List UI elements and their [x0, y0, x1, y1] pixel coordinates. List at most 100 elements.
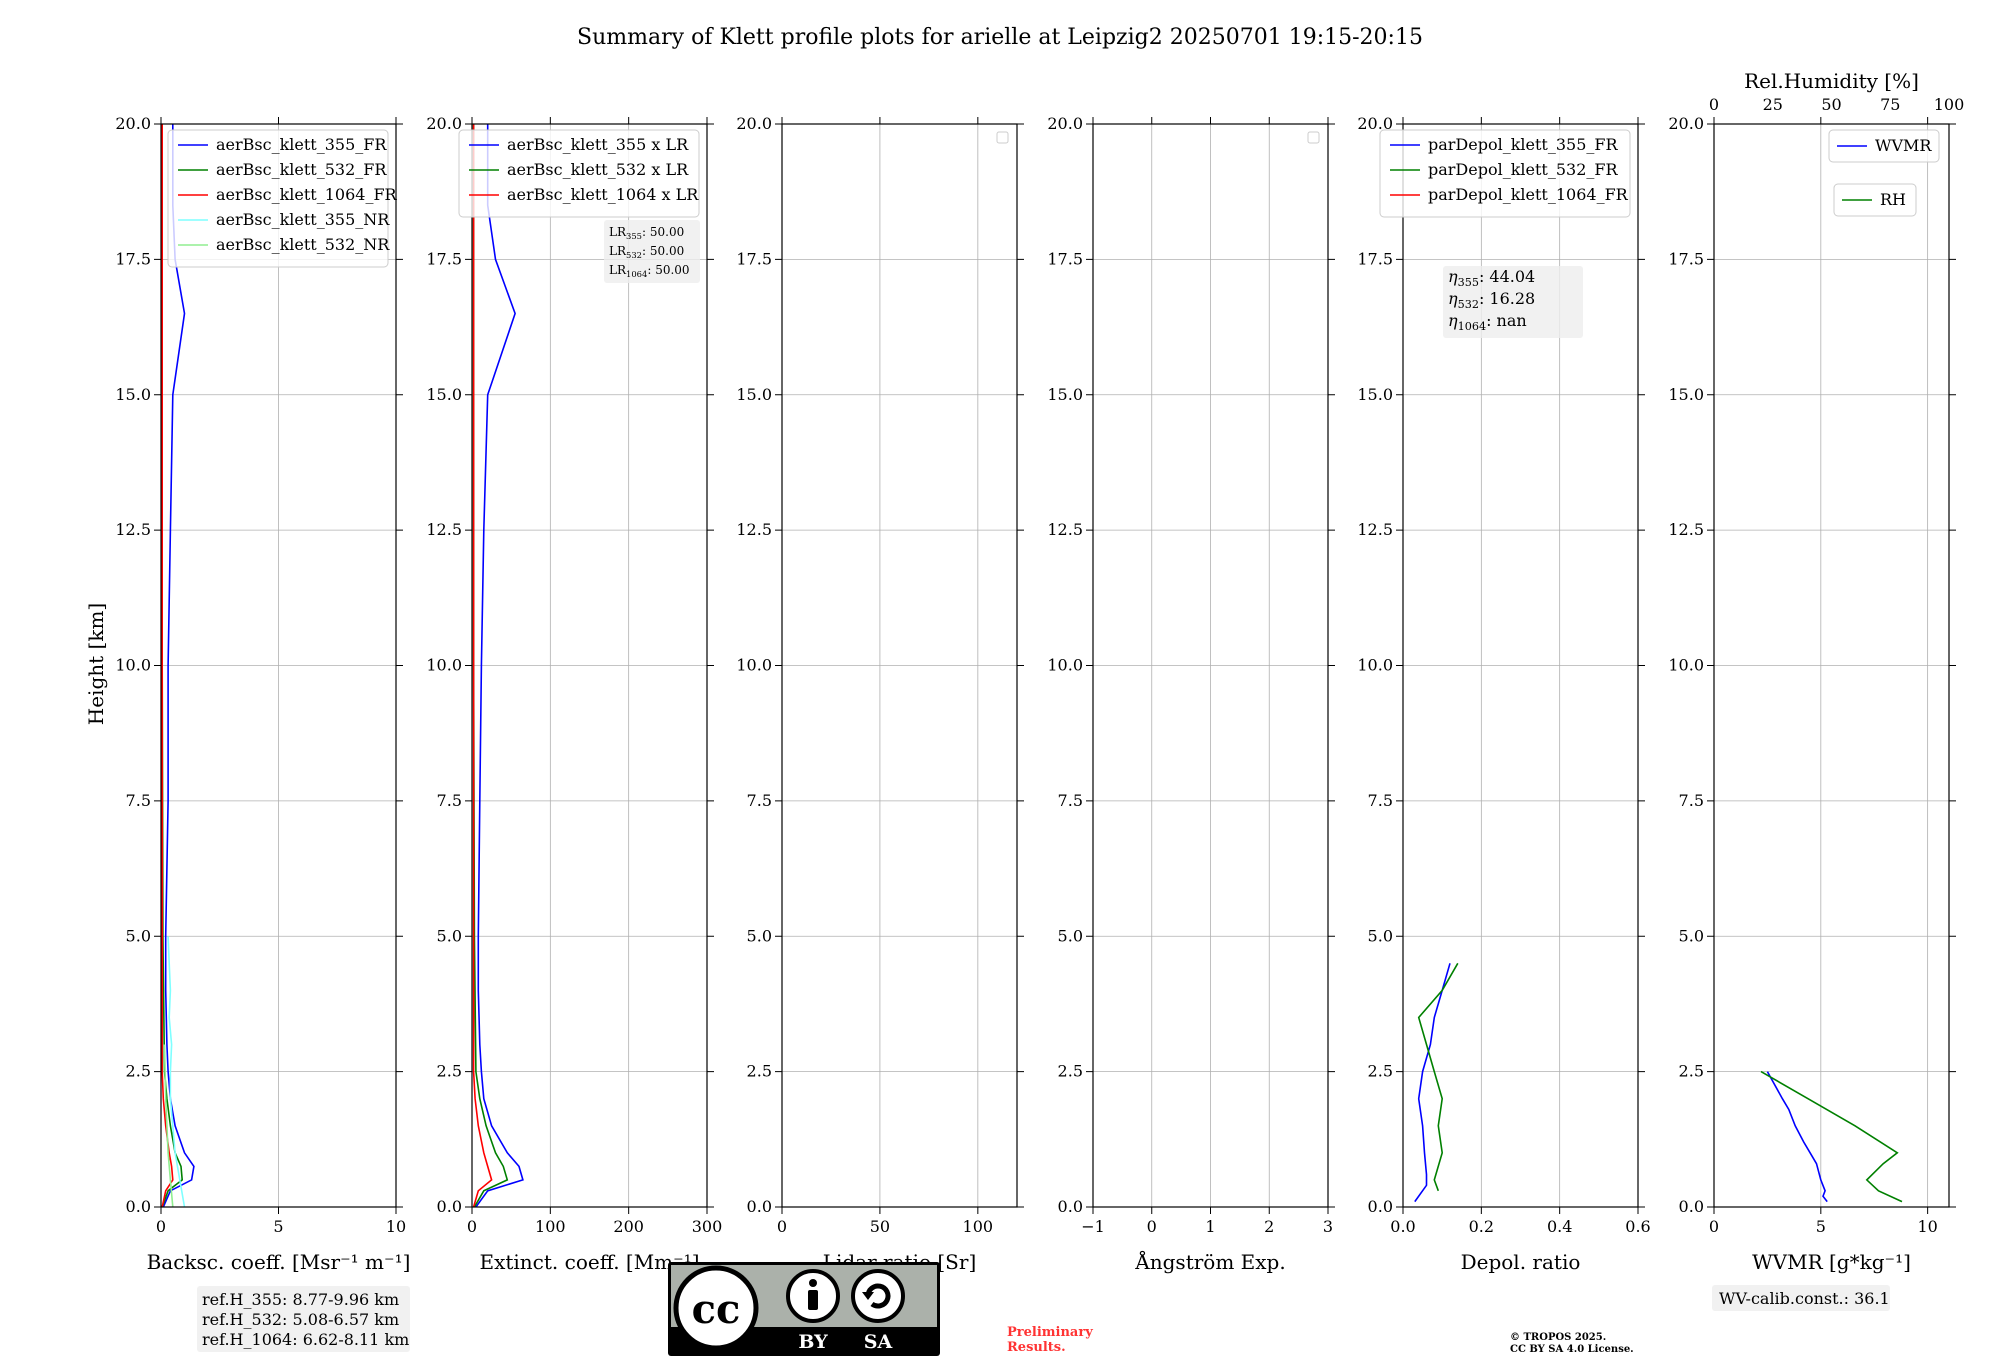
reference-heights-box: ref.H_355: 8.77-9.96 kmref.H_532: 5.08-6…	[197, 1286, 410, 1352]
attribution-icon-body	[808, 1290, 818, 1310]
y-tick-label: 0.0	[1058, 1197, 1083, 1216]
y-tick-label: 5.0	[747, 926, 772, 945]
y-tick-label: 17.5	[1357, 249, 1393, 268]
legend-label: aerBsc_klett_355 x LR	[507, 135, 689, 154]
y-tick-label: 17.5	[1047, 249, 1083, 268]
y-tick-label: 20.0	[736, 114, 772, 133]
legend-label: aerBsc_klett_532_FR	[216, 160, 387, 179]
y-axis-label: Height [km]	[84, 603, 108, 725]
y-tick-label: 10.0	[1668, 656, 1704, 675]
x-tick-label: 50	[870, 1217, 890, 1236]
y-tick-label: 7.5	[1368, 791, 1393, 810]
legend-label: parDepol_klett_1064_FR	[1428, 185, 1629, 204]
x-tick-label: 0	[156, 1217, 166, 1236]
legend: parDepol_klett_355_FR parDepol_klett_532_…	[1379, 129, 1631, 218]
x2-tick-label: 25	[1763, 95, 1783, 114]
y-tick-label: 20.0	[1668, 114, 1704, 133]
y-tick-label: 12.5	[1047, 520, 1083, 539]
y-tick-label: 5.0	[437, 926, 462, 945]
x-tick-label: 5	[273, 1217, 283, 1236]
ref-height-line: ref.H_532: 5.08-6.57 km	[202, 1310, 399, 1329]
y-tick-label: 5.0	[1058, 926, 1083, 945]
empty-legend	[1307, 131, 1320, 144]
y-tick-label: 12.5	[736, 520, 772, 539]
y-tick-label: 15.0	[1047, 385, 1083, 404]
series-line-1	[1760, 1070, 1903, 1203]
y-tick-label: 7.5	[747, 791, 772, 810]
wv-calib-box: WV-calib.const.: 36.1	[1712, 1285, 1890, 1311]
x2-tick-label: 100	[1934, 95, 1965, 114]
panel-wv: 0.02.55.07.510.012.515.017.520.00 5 100 25 5…	[1668, 69, 1964, 1311]
y-tick-label: 0.0	[747, 1197, 772, 1216]
y-tick-label: 2.5	[1058, 1062, 1083, 1081]
y-tick-label: 0.0	[437, 1197, 462, 1216]
x-tick-label: 5	[1816, 1217, 1826, 1236]
x-tick-label: 10	[386, 1217, 406, 1236]
series-line-0	[1766, 1071, 1828, 1203]
legend-label: aerBsc_klett_355_NR	[216, 210, 390, 229]
x-tick-label: −1	[1081, 1217, 1105, 1236]
x2-axis-label: Rel.Humidity [%]	[1744, 69, 1919, 93]
y-tick-label: 20.0	[1047, 114, 1083, 133]
legend-label: aerBsc_klett_1064_FR	[216, 185, 398, 204]
x-tick-label: 0	[467, 1217, 477, 1236]
cc-icon-label: cc	[692, 1286, 741, 1333]
x-tick-label: 0.6	[1625, 1217, 1650, 1236]
x2-tick-label: 50	[1821, 95, 1841, 114]
y-tick-label: 15.0	[1357, 385, 1393, 404]
x-tick-label: 200	[613, 1217, 644, 1236]
annotation-line: LR355: 50.00	[609, 225, 684, 241]
y-tick-label: 5.0	[126, 926, 151, 945]
preliminary-text: Results.	[1007, 1340, 1066, 1355]
legend-label: aerBsc_klett_355_FR	[216, 135, 387, 154]
legend-label: aerBsc_klett_532 x LR	[507, 160, 689, 179]
legend-label: aerBsc_klett_1064 x LR	[507, 185, 699, 204]
y-tick-label: 7.5	[1679, 791, 1704, 810]
x-tick-label: 100	[535, 1217, 566, 1236]
x-tick-label: 0	[1147, 1217, 1157, 1236]
x-axis-label: Depol. ratio	[1461, 1250, 1581, 1274]
wv-calib-text: WV-calib.const.: 36.1	[1719, 1289, 1890, 1308]
x-tick-label: 0	[1709, 1217, 1719, 1236]
legend-label: WVMR	[1875, 136, 1932, 155]
sa-label: SA	[864, 1331, 893, 1353]
y-tick-label: 20.0	[426, 114, 462, 133]
empty-legend	[996, 131, 1009, 144]
y-tick-label: 2.5	[1368, 1062, 1393, 1081]
cc-by-sa-badge: cc BY SA	[668, 1262, 940, 1356]
y-tick-label: 12.5	[1357, 520, 1393, 539]
legend: aerBsc_klett_355_FR aerBsc_klett_532_FRae…	[167, 129, 398, 268]
panel-dep: 0.02.55.07.510.012.515.017.520.00.0 0.2 0.…	[1357, 114, 1650, 1274]
figure-extras: ref.H_355: 8.77-9.96 kmref.H_532: 5.08-6…	[197, 1262, 1634, 1356]
x-axis-label: Extinct. coeff. [Mm⁻¹]	[479, 1250, 699, 1274]
legend-wvmr: WVMR	[1828, 129, 1940, 163]
y-tick-label: 20.0	[115, 114, 151, 133]
y-tick-label: 7.5	[126, 791, 151, 810]
legend: aerBsc_klett_355 x LR aerBsc_klett_532 x …	[458, 129, 700, 218]
y-tick-label: 12.5	[1668, 520, 1704, 539]
annotation-box: LR355: 50.00 LR532: 50.00 LR1064: 50.00	[604, 220, 700, 283]
ref-height-line: ref.H_355: 8.77-9.96 km	[202, 1290, 399, 1309]
figure-title: Summary of Klett profile plots for ariel…	[577, 25, 1423, 50]
x-axis-label: Ångström Exp.	[1134, 1249, 1285, 1274]
y-tick-label: 15.0	[426, 385, 462, 404]
x-tick-label: 2	[1264, 1217, 1274, 1236]
y-tick-label: 7.5	[1058, 791, 1083, 810]
legend-rh: RH	[1833, 183, 1917, 217]
y-tick-label: 12.5	[115, 520, 151, 539]
legend-label: parDepol_klett_532_FR	[1428, 160, 1619, 179]
series-line-0	[1414, 963, 1451, 1203]
y-tick-label: 2.5	[747, 1062, 772, 1081]
y-tick-label: 17.5	[426, 249, 462, 268]
panels: 0.02.55.07.510.012.515.017.520.00 5 10Back…	[115, 69, 1964, 1311]
y-tick-label: 15.0	[1668, 385, 1704, 404]
y-tick-label: 17.5	[1668, 249, 1704, 268]
x2-tick-label: 0	[1709, 95, 1719, 114]
y-tick-label: 7.5	[437, 791, 462, 810]
panel-ang: 0.0 2.5 5.0 7.5 10.0 12.5 15.0 17.5 20.0 −1 0 1 2 3 Ån…	[1047, 114, 1335, 1274]
x-tick-label: 100	[963, 1217, 994, 1236]
y-tick-label: 10.0	[115, 656, 151, 675]
y-tick-label: 17.5	[736, 249, 772, 268]
ref-height-line: ref.H_1064: 6.62-8.11 km	[202, 1330, 409, 1349]
legend-label: RH	[1880, 190, 1906, 209]
